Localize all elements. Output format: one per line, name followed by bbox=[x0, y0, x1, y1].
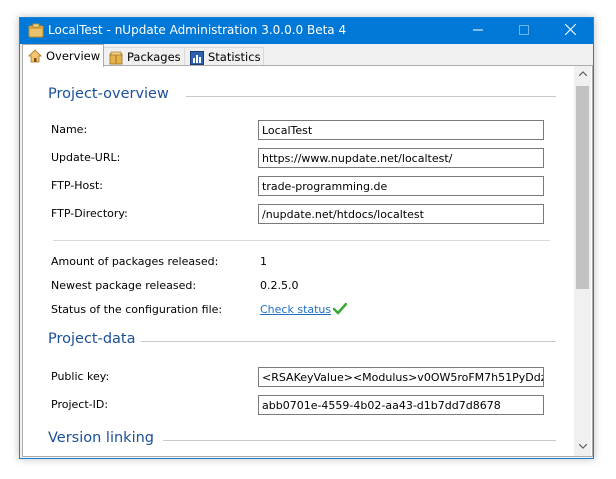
project-id-field[interactable]: abb0701e-4559-4b02-aa43-d1b7dd7d8678 bbox=[258, 395, 544, 415]
tab-packages[interactable]: Packages bbox=[103, 47, 185, 67]
scroll-down-button[interactable] bbox=[574, 439, 591, 456]
ftp-host-label: FTP-Host: bbox=[51, 179, 103, 192]
public-key-label: Public key: bbox=[51, 370, 110, 383]
chevron-up-icon bbox=[578, 71, 587, 77]
name-field[interactable]: LocalTest bbox=[258, 120, 544, 140]
tab-statistics[interactable]: Statistics bbox=[184, 47, 264, 67]
update-url-label: Update-URL: bbox=[51, 151, 121, 164]
section-divider bbox=[163, 440, 556, 441]
check-status-link[interactable]: Check status bbox=[260, 303, 331, 316]
maximize-icon bbox=[519, 25, 529, 35]
window-title: LocalTest - nUpdate Administration 3.0.0… bbox=[48, 23, 347, 37]
section-title-version-linking: Version linking bbox=[48, 430, 154, 446]
checkmark-icon bbox=[333, 303, 347, 315]
scroll-thumb[interactable] bbox=[576, 86, 589, 289]
tab-packages-label: Packages bbox=[127, 50, 181, 64]
update-url-field[interactable]: https://www.nupdate.net/localtest/ bbox=[258, 148, 544, 168]
project-id-label: Project-ID: bbox=[51, 398, 109, 411]
tab-overview[interactable]: Overview bbox=[22, 44, 104, 67]
package-icon bbox=[109, 51, 123, 65]
app-icon bbox=[28, 23, 44, 38]
tab-overview-label: Overview bbox=[46, 49, 101, 63]
maximize-button[interactable] bbox=[501, 18, 547, 44]
config-status-label: Status of the configuration file: bbox=[51, 303, 223, 316]
close-button[interactable] bbox=[547, 18, 593, 44]
public-key-field[interactable]: <RSAKeyValue><Modulus>v0OW5roFM7h51PyDdz… bbox=[258, 367, 544, 387]
name-label: Name: bbox=[51, 123, 88, 136]
minimize-button[interactable] bbox=[455, 18, 501, 44]
title-bar[interactable]: LocalTest - nUpdate Administration 3.0.0… bbox=[20, 18, 593, 44]
divider bbox=[53, 240, 550, 241]
vertical-scrollbar[interactable] bbox=[574, 66, 591, 456]
main-window: LocalTest - nUpdate Administration 3.0.0… bbox=[19, 17, 594, 459]
scroll-up-button[interactable] bbox=[574, 66, 591, 83]
close-icon bbox=[564, 23, 576, 36]
section-divider bbox=[141, 341, 556, 342]
tab-strip: Overview Packages Statistics bbox=[20, 44, 593, 67]
packages-released-value: 1 bbox=[260, 255, 267, 268]
section-title-project-data: Project-data bbox=[48, 331, 136, 347]
section-title-project-overview: Project-overview bbox=[48, 86, 169, 102]
ftp-host-field[interactable]: trade-programming.de bbox=[258, 176, 544, 196]
minimize-icon bbox=[473, 29, 483, 31]
chart-icon bbox=[190, 51, 204, 65]
packages-released-label: Amount of packages released: bbox=[51, 255, 219, 268]
section-divider bbox=[186, 96, 556, 97]
tab-statistics-label: Statistics bbox=[208, 50, 261, 64]
newest-package-value: 0.2.5.0 bbox=[260, 279, 299, 292]
ftp-directory-field[interactable]: /nupdate.net/htdocs/localtest bbox=[258, 204, 544, 224]
newest-package-label: Newest package released: bbox=[51, 279, 197, 292]
chevron-down-icon bbox=[578, 443, 587, 449]
house-icon bbox=[28, 49, 42, 63]
ftp-directory-label: FTP-Directory: bbox=[51, 207, 128, 220]
overview-panel: Project-overview Name: LocalTest Update-… bbox=[22, 65, 593, 457]
